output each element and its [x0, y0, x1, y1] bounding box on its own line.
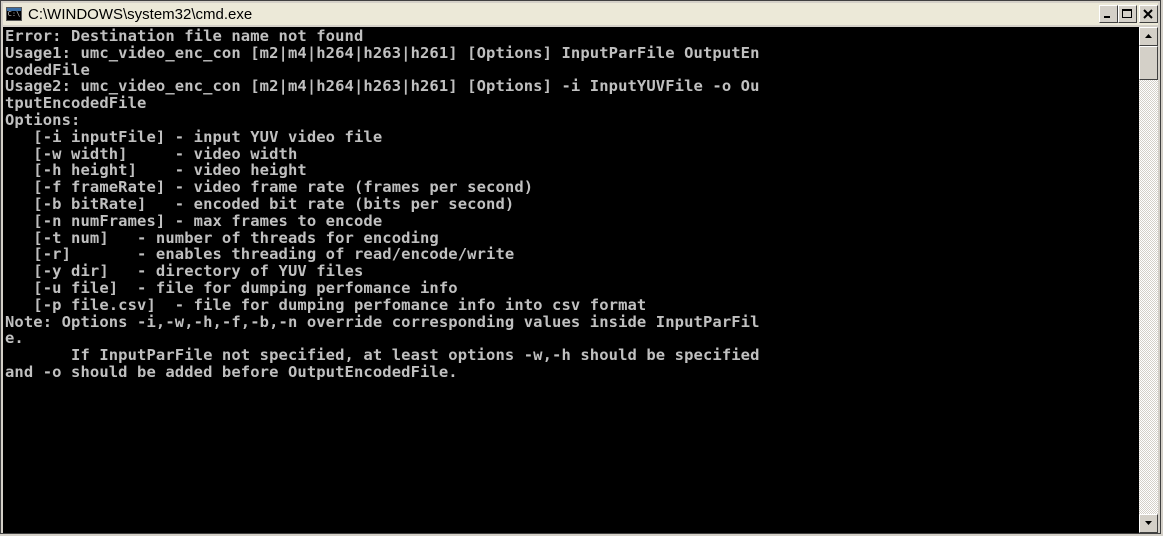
console-line: [-n numFrames] - max frames to encode [5, 211, 383, 230]
console-line: If InputParFile not specified, at least … [5, 346, 760, 365]
console-line: [-i inputFile] - input YUV video file [5, 127, 383, 146]
console-text: Error: Destination file name not found U… [3, 27, 1139, 415]
console-line: tputEncodedFile [5, 94, 147, 113]
vertical-scrollbar[interactable] [1139, 27, 1158, 533]
console-window: C:\ C:\WINDOWS\system32\cmd.exe Error: D… [0, 0, 1161, 534]
console-line: codedFile [5, 60, 90, 79]
console-line: Options: [5, 110, 81, 129]
console-line: [-f frameRate] - video frame rate (frame… [5, 178, 534, 197]
minimize-icon [1104, 16, 1110, 18]
console-line: Note: Options -i,-w,-h,-f,-b,-n override… [5, 312, 760, 331]
close-button[interactable] [1139, 5, 1158, 23]
maximize-icon [1122, 9, 1132, 18]
console-line: [-b bitRate] - encoded bit rate (bits pe… [5, 194, 515, 213]
console-line: and -o should be added before OutputEnco… [5, 362, 458, 381]
console-line: [-t num] - number of threads for encodin… [5, 228, 439, 247]
scroll-down-arrow-icon [1145, 521, 1152, 525]
console-line: e. [5, 329, 24, 348]
close-icon [1143, 9, 1153, 19]
console-line: Usage2: umc_video_enc_con [m2|m4|h264|h2… [5, 77, 760, 96]
scroll-down-button[interactable] [1139, 514, 1158, 533]
console-line: [-u file] - file for dumping perfomance … [5, 278, 458, 297]
minimize-button[interactable] [1099, 5, 1118, 23]
console-icon-label: C:\ [7, 10, 21, 18]
console-line: Usage1: umc_video_enc_con [m2|m4|h264|h2… [5, 43, 760, 62]
window-title: C:\WINDOWS\system32\cmd.exe [28, 5, 253, 23]
scroll-thumb[interactable] [1139, 46, 1158, 80]
console-icon[interactable]: C:\ [6, 7, 22, 21]
console-line: [-h height] - video height [5, 161, 307, 180]
console-line: [-w width] - video width [5, 144, 298, 163]
console-output[interactable]: Error: Destination file name not found U… [3, 27, 1139, 533]
console-line: Error: Destination file name not found [5, 27, 364, 45]
console-line: [-r] - enables threading of read/encode/… [5, 245, 515, 264]
title-bar[interactable]: C:\ C:\WINDOWS\system32\cmd.exe [3, 3, 1158, 25]
maximize-button[interactable] [1118, 5, 1137, 23]
scroll-up-button[interactable] [1139, 27, 1158, 46]
console-line: [-y dir] - directory of YUV files [5, 262, 364, 281]
console-line: [-p file.csv] - file for dumping perfoma… [5, 295, 647, 314]
scroll-up-arrow-icon [1145, 34, 1152, 38]
caption-buttons [1099, 5, 1158, 23]
